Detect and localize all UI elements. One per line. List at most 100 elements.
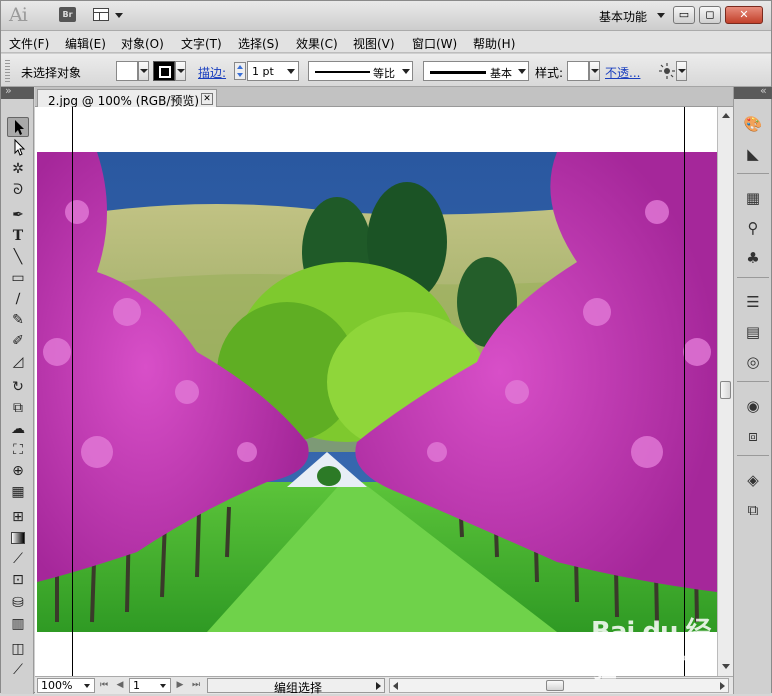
column-graph-tool-icon[interactable]: ▥: [7, 614, 29, 634]
stroke-panel-icon[interactable]: ☰: [741, 291, 765, 313]
chevron-down-icon: [160, 684, 166, 688]
menu-view[interactable]: 视图(V): [353, 35, 395, 52]
perspective-grid-tool-icon[interactable]: ▦: [7, 482, 29, 502]
fill-dropdown[interactable]: [138, 61, 149, 81]
line-tool-icon[interactable]: ╲: [7, 247, 29, 267]
stroke-color-dropdown[interactable]: [175, 61, 186, 81]
color-panel-icon[interactable]: 🎨: [741, 113, 765, 135]
menu-object[interactable]: 对象(O): [121, 35, 164, 52]
document-tab[interactable]: 2.jpg @ 100% (RGB/预览) ✕: [37, 89, 217, 108]
warp-tool-icon[interactable]: ☁: [7, 419, 29, 439]
watermark-brand: Bai du 经验: [591, 617, 712, 684]
baidu-watermark: Bai du 经验 jingyan.baidu.com: [591, 611, 721, 684]
stroke-weight-field[interactable]: 1 pt: [247, 61, 299, 81]
stroke-weight-value: 1 pt: [252, 65, 274, 78]
canvas[interactable]: [35, 107, 717, 676]
vertical-scroll-thumb[interactable]: [720, 381, 731, 399]
direct-selection-tool-icon[interactable]: [7, 138, 29, 158]
vertical-scrollbar[interactable]: [717, 107, 733, 676]
panel-grip[interactable]: [5, 60, 10, 82]
graphic-styles-panel-icon[interactable]: ⧈: [741, 425, 765, 447]
selection-tool-icon[interactable]: [7, 117, 29, 137]
color-guide-panel-icon[interactable]: ◣: [741, 143, 765, 165]
panel-menu-dropdown[interactable]: [676, 61, 687, 81]
eraser-tool-icon[interactable]: ◿: [7, 352, 29, 372]
pen-tool-icon[interactable]: ✒: [7, 205, 29, 225]
brush-definition[interactable]: 基本: [423, 61, 529, 81]
zoom-level-field[interactable]: 100%: [37, 678, 95, 693]
zoom-value: 100%: [41, 679, 73, 692]
arrange-documents-button[interactable]: [93, 7, 123, 23]
rotate-tool-icon[interactable]: ↻: [7, 377, 29, 397]
placed-image[interactable]: [37, 152, 717, 632]
menu-type[interactable]: 文字(T): [181, 35, 222, 52]
chevron-down-icon: [657, 13, 665, 18]
shape-builder-tool-icon[interactable]: ⊕: [7, 461, 29, 481]
artboard-tool-icon[interactable]: ◫: [7, 639, 29, 659]
workspace-label: 基本功能: [599, 10, 648, 24]
scale-tool-icon[interactable]: ⧉: [7, 398, 29, 418]
fill-swatch[interactable]: [116, 61, 138, 81]
menu-window[interactable]: 窗口(W): [412, 35, 457, 52]
scroll-left-icon[interactable]: [393, 682, 398, 690]
stroke-link[interactable]: 描边:: [198, 64, 226, 81]
tools-panel-header[interactable]: [1, 84, 34, 99]
horizontal-scroll-thumb[interactable]: [546, 680, 564, 691]
workspace-switcher[interactable]: 基本功能: [599, 8, 665, 25]
panel-separator: [737, 277, 769, 278]
close-button[interactable]: ✕: [725, 6, 763, 24]
opacity-link[interactable]: 不透...: [605, 64, 640, 81]
free-transform-tool-icon[interactable]: ⛶: [7, 440, 29, 460]
previous-artboard-icon[interactable]: ◀: [115, 680, 125, 690]
symbol-sprayer-tool-icon[interactable]: ⛁: [7, 593, 29, 613]
stroke-weight-stepper[interactable]: [234, 62, 246, 80]
magic-wand-tool-icon[interactable]: ✲: [7, 159, 29, 179]
chevron-down-icon: [140, 69, 148, 73]
recolor-artwork-icon[interactable]: [658, 62, 676, 80]
swatches-panel-icon[interactable]: ▦: [741, 187, 765, 209]
minimize-button[interactable]: ▭: [673, 6, 695, 24]
style-label: 样式:: [535, 66, 564, 80]
artboard-number-field[interactable]: 1: [129, 678, 171, 693]
graphic-style-dropdown[interactable]: [589, 61, 600, 81]
blob-brush-tool-icon[interactable]: ✐: [7, 331, 29, 351]
layout-grid-icon: [93, 8, 109, 21]
tools-panel: ✲ ᘐ ✒ T ╲ ▭ ∕ ✎ ✐ ◿ ↻ ⧉ ☁ ⛶ ⊕ ▦ ⊞ ⟋ ⊡ ⛁ …: [1, 84, 34, 694]
transparency-panel-icon[interactable]: ◎: [741, 351, 765, 373]
docked-panels-header[interactable]: [734, 84, 772, 99]
menu-file[interactable]: 文件(F): [9, 35, 49, 52]
next-artboard-icon[interactable]: ▶: [175, 680, 185, 690]
type-tool-icon[interactable]: T: [7, 226, 29, 246]
eyedropper-tool-icon[interactable]: ⟋: [7, 549, 29, 569]
menu-edit[interactable]: 编辑(E): [65, 35, 106, 52]
docked-panels: 🎨 ◣ ▦ ⚲ ♣ ☰ ▤ ◎ ◉ ⧈ ◈ ⧉: [733, 84, 772, 694]
gradient-panel-icon[interactable]: ▤: [741, 321, 765, 343]
scroll-down-icon[interactable]: [722, 664, 730, 669]
close-tab-icon[interactable]: ✕: [201, 93, 213, 105]
menu-help[interactable]: 帮助(H): [473, 35, 515, 52]
menu-select[interactable]: 选择(S): [238, 35, 279, 52]
slice-tool-icon[interactable]: ⟋: [7, 660, 29, 680]
last-artboard-icon[interactable]: ⏭: [191, 680, 201, 690]
symbols-panel-icon[interactable]: ♣: [741, 247, 765, 269]
scroll-up-icon[interactable]: [722, 113, 730, 118]
artboards-panel-icon[interactable]: ⧉: [741, 499, 765, 521]
gradient-tool-icon[interactable]: [7, 528, 29, 548]
layers-panel-icon[interactable]: ◈: [741, 469, 765, 491]
mesh-tool-icon[interactable]: ⊞: [7, 507, 29, 527]
appearance-panel-icon[interactable]: ◉: [741, 395, 765, 417]
maximize-button[interactable]: ◻: [699, 6, 721, 24]
bridge-button[interactable]: Br: [59, 7, 76, 22]
first-artboard-icon[interactable]: ⏮: [99, 680, 109, 690]
stroke-swatch[interactable]: [153, 61, 175, 81]
pencil-tool-icon[interactable]: ✎: [7, 310, 29, 330]
brushes-panel-icon[interactable]: ⚲: [741, 217, 765, 239]
rectangle-tool-icon[interactable]: ▭: [7, 268, 29, 288]
lasso-tool-icon[interactable]: ᘐ: [7, 180, 29, 200]
menu-effect[interactable]: 效果(C): [296, 35, 338, 52]
status-menu[interactable]: 编组选择: [207, 678, 385, 695]
blend-tool-icon[interactable]: ⊡: [7, 570, 29, 590]
variable-width-profile[interactable]: 等比: [308, 61, 413, 81]
graphic-style-swatch[interactable]: [567, 61, 589, 81]
paintbrush-tool-icon[interactable]: ∕: [7, 289, 29, 309]
